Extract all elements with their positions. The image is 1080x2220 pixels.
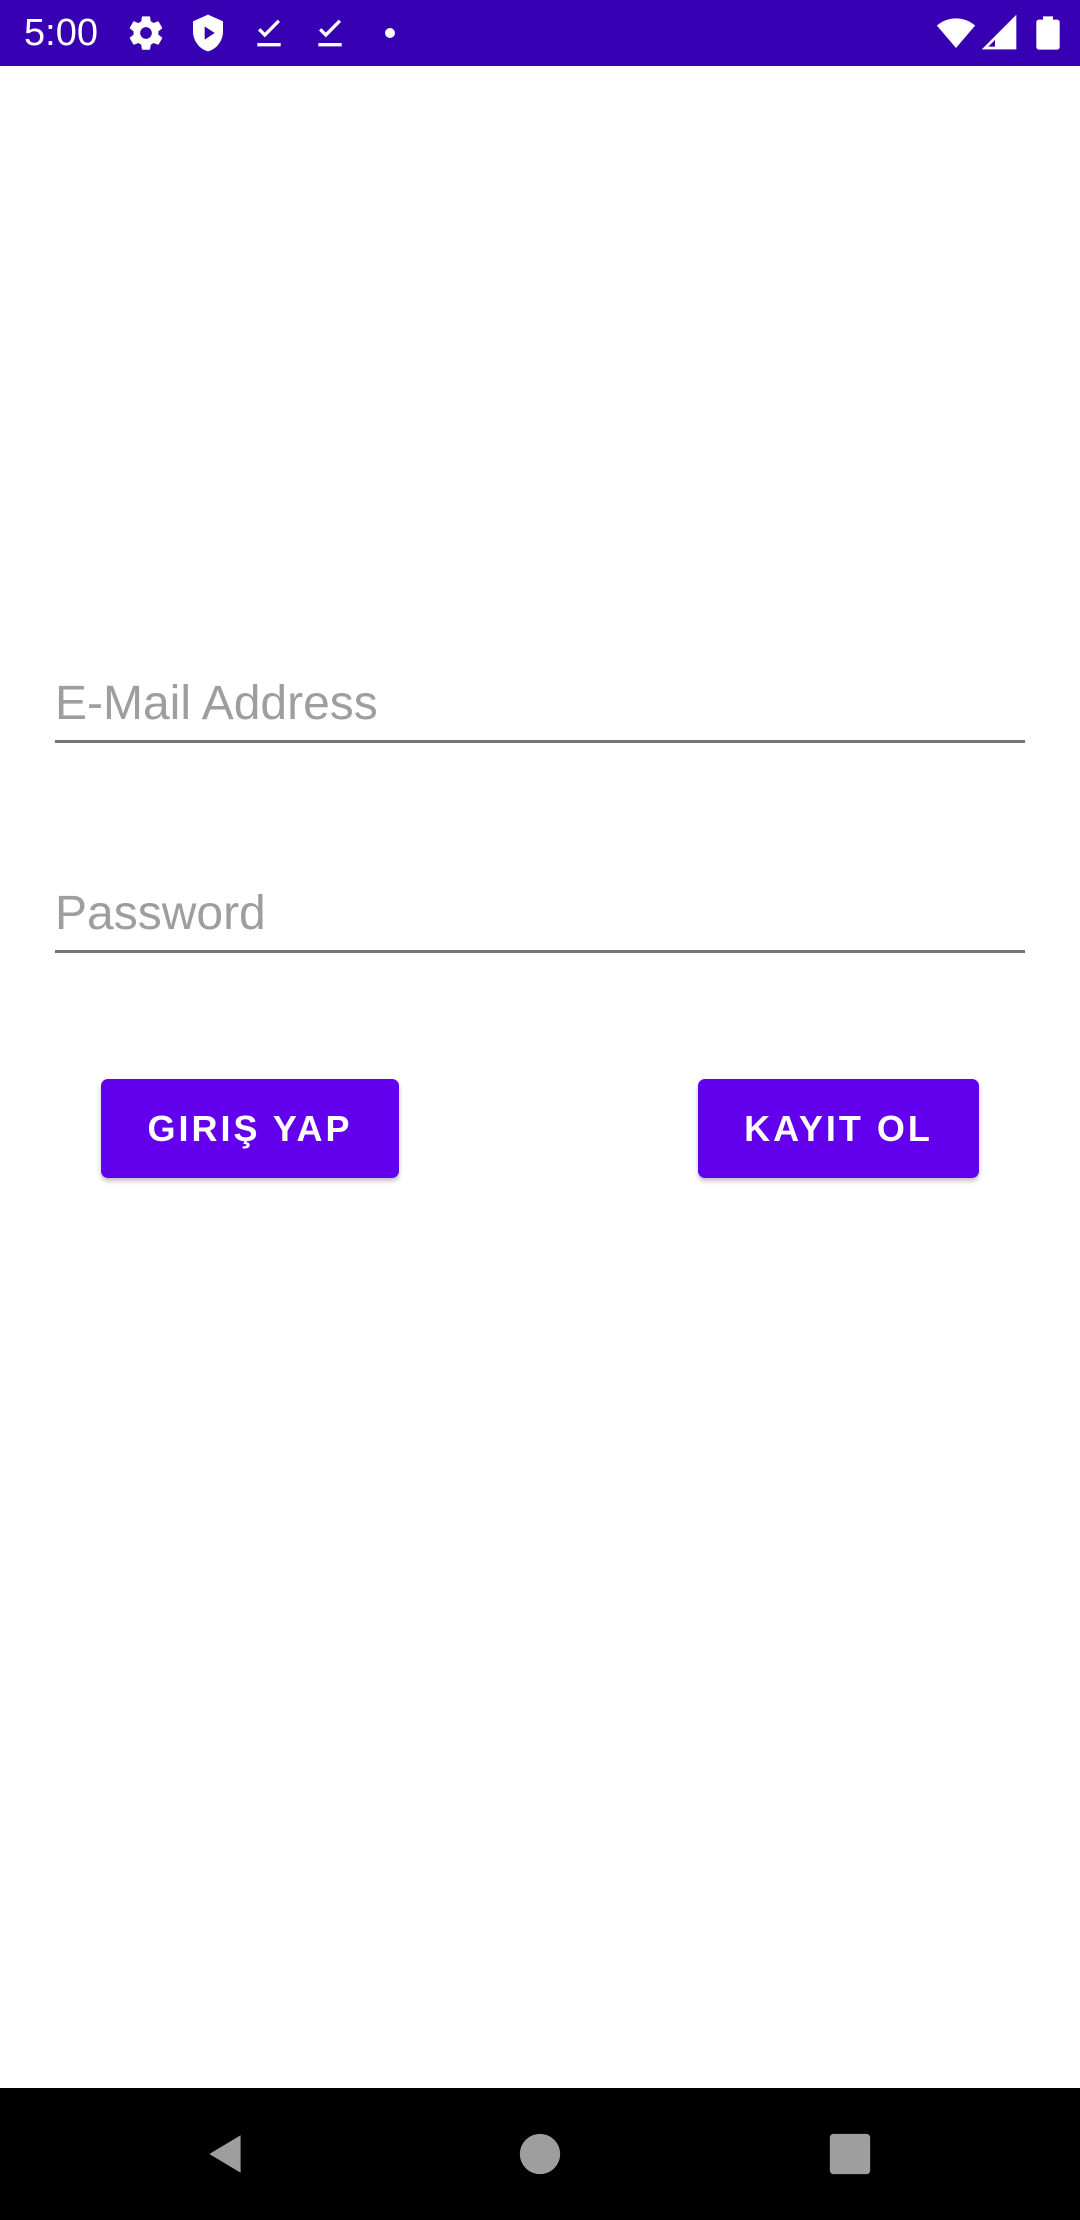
login-button[interactable]: GIRIŞ YAP [101,1079,399,1178]
home-icon[interactable] [498,2112,582,2196]
navigation-bar [0,2088,1080,2220]
status-bar: 5:00 [0,0,1080,66]
status-time: 5:00 [24,12,98,54]
login-screen: 5:00 GIRIŞ YAP KAYIT OL [0,0,1080,2220]
register-button[interactable]: KAYIT OL [698,1079,979,1178]
back-icon[interactable] [184,2112,268,2196]
recents-icon[interactable] [808,2112,892,2196]
gear-icon [126,13,166,53]
cellular-signal-icon [980,13,1020,53]
download-done-icon [249,13,289,53]
notification-dot-icon [370,13,410,53]
password-field[interactable] [55,876,1025,953]
download-done-icon [310,13,350,53]
battery-icon [1028,13,1068,53]
shield-play-icon [188,13,228,53]
email-field[interactable] [55,666,1025,743]
wifi-icon [936,13,976,53]
